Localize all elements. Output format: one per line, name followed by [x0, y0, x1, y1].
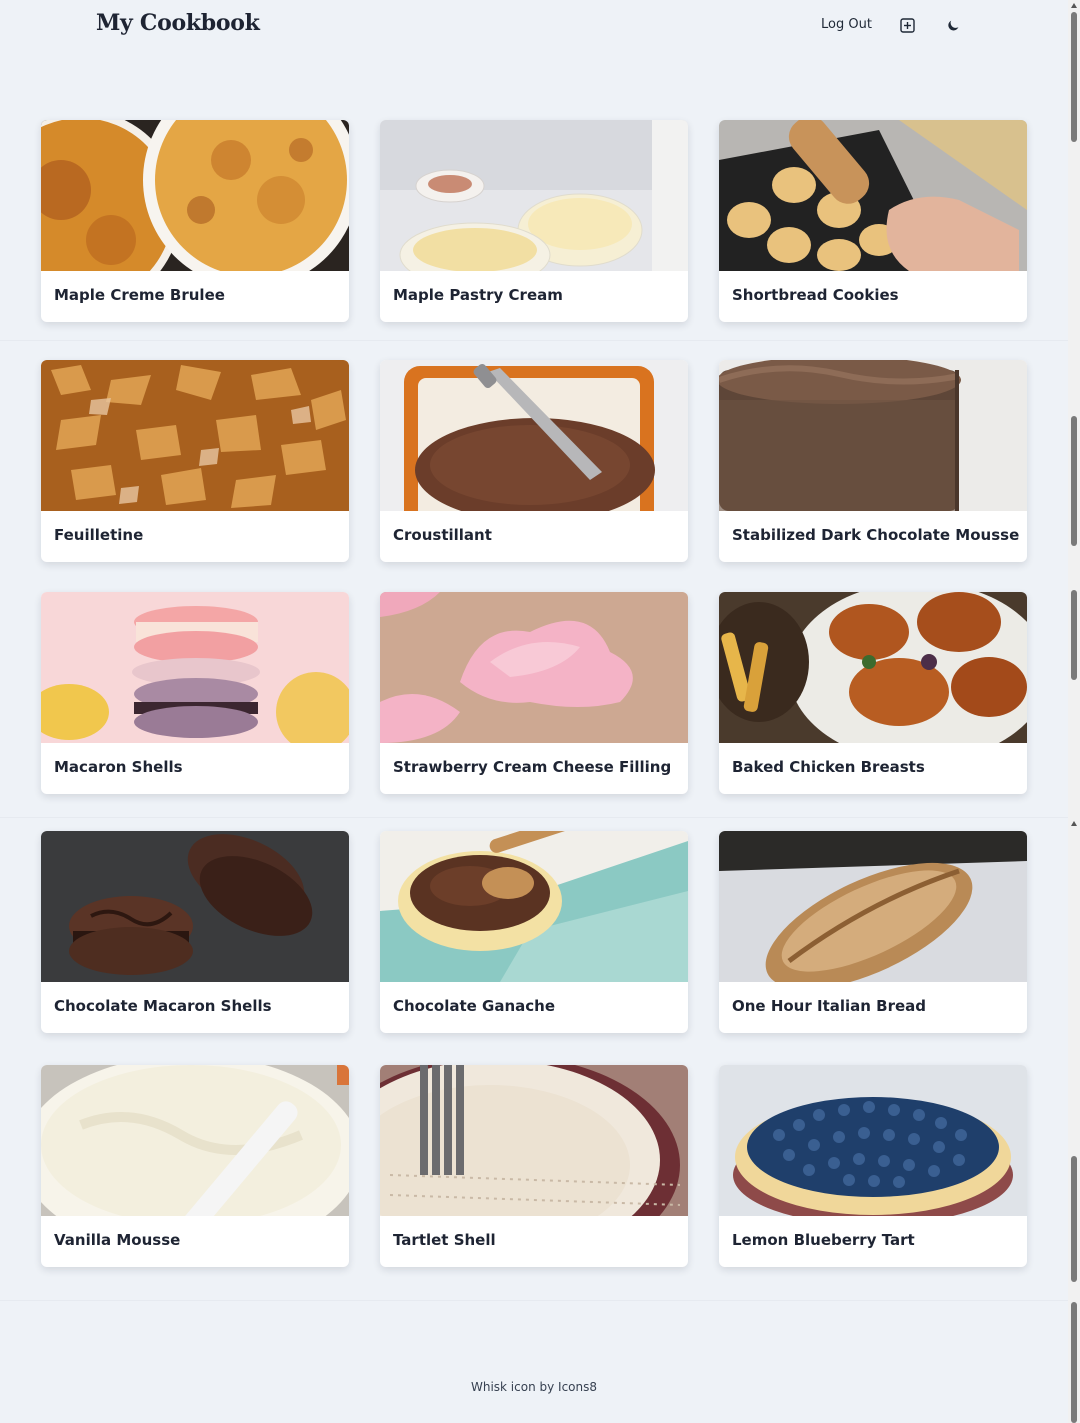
recipe-card[interactable]: Chocolate Ganache	[380, 831, 688, 1033]
moon-icon	[947, 20, 958, 30]
recipe-title: Chocolate Ganache	[393, 997, 555, 1015]
top-nav: My Cookbook Log Out	[0, 0, 1068, 52]
recipe-card[interactable]: Tartlet Shell	[380, 1065, 688, 1267]
row-divider	[0, 817, 1068, 818]
recipe-image-pastry-cream	[380, 120, 688, 271]
recipe-card[interactable]: One Hour Italian Bread	[719, 831, 1027, 1033]
recipe-card[interactable]: Croustillant	[380, 360, 688, 562]
row-divider	[0, 1300, 1068, 1301]
recipe-card[interactable]: Vanilla Mousse	[41, 1065, 349, 1267]
recipe-title: Maple Pastry Cream	[393, 286, 563, 304]
scroll-thumb[interactable]	[1071, 416, 1077, 546]
recipe-image-strawberry-filling	[380, 592, 688, 743]
scroll-thumb[interactable]	[1071, 590, 1077, 680]
recipe-image-chocolate-mousse	[719, 360, 1027, 511]
recipe-card[interactable]: Chocolate Macaron Shells	[41, 831, 349, 1033]
scroll-up-arrow-icon[interactable]	[1070, 820, 1078, 828]
recipe-image-macarons	[41, 592, 349, 743]
row-divider	[0, 340, 1068, 341]
logout-link[interactable]: Log Out	[821, 17, 872, 32]
theme-toggle-button[interactable]	[944, 16, 962, 34]
recipe-card[interactable]: Strawberry Cream Cheese Filling	[380, 592, 688, 794]
recipe-image-lemon-blueberry-tart	[719, 1065, 1027, 1216]
recipe-card[interactable]: Feuilletine	[41, 360, 349, 562]
recipe-image-creme-brulee	[41, 120, 349, 271]
recipe-card[interactable]: Lemon Blueberry Tart	[719, 1065, 1027, 1267]
recipe-image-baked-chicken	[719, 592, 1027, 743]
recipe-title: Strawberry Cream Cheese Filling	[393, 758, 672, 776]
recipe-card[interactable]: Maple Creme Brulee	[41, 120, 349, 322]
recipe-image-italian-bread	[719, 831, 1027, 982]
recipe-title: Tartlet Shell	[393, 1231, 496, 1249]
add-recipe-button[interactable]	[898, 16, 916, 34]
recipe-title: Lemon Blueberry Tart	[732, 1231, 915, 1249]
brand-title[interactable]: My Cookbook	[96, 10, 260, 36]
scroll-thumb[interactable]	[1071, 12, 1077, 142]
footer-credit[interactable]: Whisk icon by Icons8	[0, 1380, 1068, 1394]
recipe-card[interactable]: Baked Chicken Breasts	[719, 592, 1027, 794]
recipe-title: Feuilletine	[54, 526, 144, 544]
recipe-image-chocolate-ganache	[380, 831, 688, 982]
recipe-title: One Hour Italian Bread	[732, 997, 927, 1015]
recipe-title: Stabilized Dark Chocolate Mousse	[732, 526, 1020, 544]
recipe-card[interactable]: Stabilized Dark Chocolate Mousse	[719, 360, 1027, 562]
scroll-up-arrow-icon[interactable]	[1070, 2, 1078, 10]
recipe-title: Baked Chicken Breasts	[732, 758, 925, 776]
recipe-card[interactable]: Shortbread Cookies	[719, 120, 1027, 322]
page-scrollbar[interactable]	[1068, 0, 1080, 1423]
recipe-title: Vanilla Mousse	[54, 1231, 181, 1249]
scroll-thumb[interactable]	[1071, 1156, 1077, 1282]
recipe-title: Maple Creme Brulee	[54, 286, 225, 304]
recipe-image-croustillant	[380, 360, 688, 511]
recipe-card[interactable]: Maple Pastry Cream	[380, 120, 688, 322]
recipe-title: Macaron Shells	[54, 758, 183, 776]
recipe-image-vanilla-mousse	[41, 1065, 349, 1216]
plus-square-icon	[899, 17, 915, 33]
recipe-image-tartlet-shell	[380, 1065, 688, 1216]
recipe-title: Chocolate Macaron Shells	[54, 997, 272, 1015]
recipe-title: Shortbread Cookies	[732, 286, 899, 304]
scroll-thumb[interactable]	[1071, 1302, 1077, 1423]
recipe-image-shortbread	[719, 120, 1027, 271]
recipe-image-chocolate-macarons	[41, 831, 349, 982]
recipe-image-feuilletine	[41, 360, 349, 511]
recipe-card[interactable]: Macaron Shells	[41, 592, 349, 794]
recipe-title: Croustillant	[393, 526, 492, 544]
